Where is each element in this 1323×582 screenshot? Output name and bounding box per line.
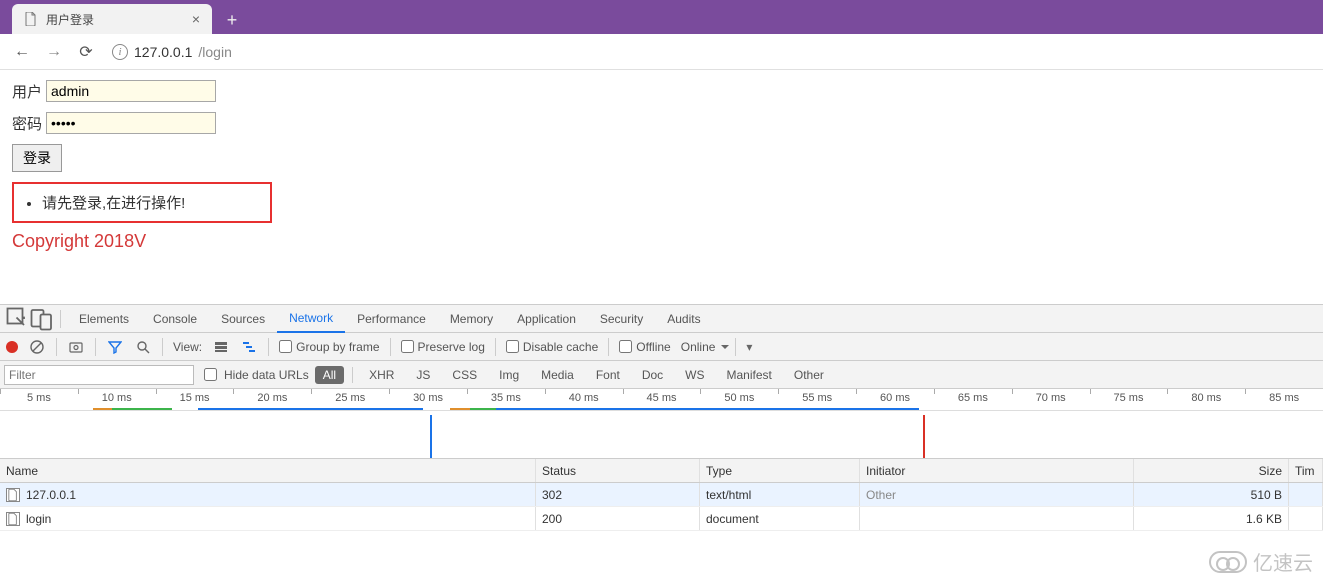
hide-data-urls-checkbox[interactable]: Hide data URLs (200, 365, 309, 384)
document-icon (6, 488, 20, 502)
back-button[interactable]: ← (8, 38, 36, 66)
filter-js[interactable]: JS (408, 366, 438, 384)
devtools-tabs: Elements Console Sources Network Perform… (0, 305, 1323, 333)
clear-icon[interactable] (28, 338, 46, 356)
large-rows-icon[interactable] (212, 338, 230, 356)
table-row[interactable]: login200document1.6 KB (0, 507, 1323, 531)
throttling-select[interactable]: Online (681, 340, 726, 354)
username-input[interactable] (46, 80, 216, 102)
separator (162, 338, 163, 356)
waterfall-icon[interactable] (240, 338, 258, 356)
message-box: 请先登录,在进行操作! (12, 182, 272, 223)
filter-css[interactable]: CSS (444, 366, 485, 384)
filter-xhr[interactable]: XHR (361, 366, 402, 384)
tab-performance[interactable]: Performance (345, 306, 438, 332)
tab-network[interactable]: Network (277, 305, 345, 333)
col-type[interactable]: Type (700, 459, 860, 482)
separator (95, 338, 96, 356)
filter-doc[interactable]: Doc (634, 366, 671, 384)
inspect-icon[interactable] (6, 307, 30, 331)
site-info-icon[interactable]: i (112, 44, 128, 60)
new-tab-button[interactable]: + (218, 6, 246, 34)
separator (608, 338, 609, 356)
table-header: Name Status Type Initiator Size Tim (0, 459, 1323, 483)
filter-other[interactable]: Other (786, 366, 832, 384)
url-host: 127.0.0.1 (134, 44, 192, 60)
password-label: 密码 (12, 113, 42, 134)
browser-toolbar: ← → ⟳ i 127.0.0.1/login (0, 34, 1323, 70)
chevron-down-icon[interactable]: ▾ (746, 340, 752, 354)
tab-audits[interactable]: Audits (655, 306, 712, 332)
devtools-panel: Elements Console Sources Network Perform… (0, 304, 1323, 582)
col-name[interactable]: Name (0, 459, 536, 482)
separator (268, 338, 269, 356)
tab-elements[interactable]: Elements (67, 306, 141, 332)
message-text: 请先登录,在进行操作! (42, 192, 262, 213)
page-content: 用户 密码 登录 请先登录,在进行操作! Copyright 2018V (0, 70, 1323, 304)
col-initiator[interactable]: Initiator (860, 459, 1134, 482)
filter-media[interactable]: Media (533, 366, 582, 384)
offline-checkbox[interactable]: Offline (619, 340, 670, 354)
col-time[interactable]: Tim (1289, 459, 1323, 482)
tab-console[interactable]: Console (141, 306, 209, 332)
tab-application[interactable]: Application (505, 306, 588, 332)
device-toggle-icon[interactable] (30, 307, 54, 331)
tab-security[interactable]: Security (588, 306, 655, 332)
document-icon (6, 512, 20, 526)
group-by-frame-checkbox[interactable]: Group by frame (279, 340, 379, 354)
record-button[interactable] (6, 341, 18, 353)
disable-cache-checkbox[interactable]: Disable cache (506, 340, 598, 354)
forward-button[interactable]: → (40, 38, 68, 66)
url-path: /login (198, 44, 231, 60)
tab-memory[interactable]: Memory (438, 306, 505, 332)
filter-input[interactable] (4, 365, 194, 385)
username-label: 用户 (12, 81, 42, 102)
separator (735, 338, 736, 356)
filter-manifest[interactable]: Manifest (719, 366, 780, 384)
copyright-text: Copyright 2018V (12, 231, 1311, 252)
filter-icon[interactable] (106, 338, 124, 356)
capture-screenshot-icon[interactable] (67, 338, 85, 356)
separator (352, 367, 353, 383)
filter-font[interactable]: Font (588, 366, 628, 384)
network-table: Name Status Type Initiator Size Tim 127.… (0, 459, 1323, 582)
address-bar[interactable]: i 127.0.0.1/login (112, 44, 232, 60)
search-icon[interactable] (134, 338, 152, 356)
filter-img[interactable]: Img (491, 366, 527, 384)
separator (390, 338, 391, 356)
password-input[interactable] (46, 112, 216, 134)
preserve-log-checkbox[interactable]: Preserve log (401, 340, 485, 354)
separator (60, 310, 61, 328)
filter-ws[interactable]: WS (677, 366, 712, 384)
network-filters: Hide data URLs All XHR JS CSS Img Media … (0, 361, 1323, 389)
tab-sources[interactable]: Sources (209, 306, 277, 332)
view-label: View: (173, 340, 202, 354)
separator (495, 338, 496, 356)
tab-title: 用户登录 (46, 11, 94, 28)
browser-tab[interactable]: 用户登录 × (12, 4, 212, 34)
network-timeline[interactable]: 5 ms10 ms15 ms20 ms25 ms30 ms35 ms40 ms4… (0, 389, 1323, 459)
browser-tab-strip: 用户登录 × + (0, 0, 1323, 34)
col-status[interactable]: Status (536, 459, 700, 482)
tab-close-icon[interactable]: × (192, 11, 200, 27)
col-size[interactable]: Size (1134, 459, 1289, 482)
separator (56, 338, 57, 356)
table-row[interactable]: 127.0.0.1302text/htmlOther510 B (0, 483, 1323, 507)
document-icon (24, 12, 38, 26)
reload-button[interactable]: ⟳ (72, 38, 100, 66)
network-toolbar: View: Group by frame Preserve log Disabl… (0, 333, 1323, 361)
login-button[interactable]: 登录 (12, 144, 62, 172)
filter-all[interactable]: All (315, 366, 344, 384)
